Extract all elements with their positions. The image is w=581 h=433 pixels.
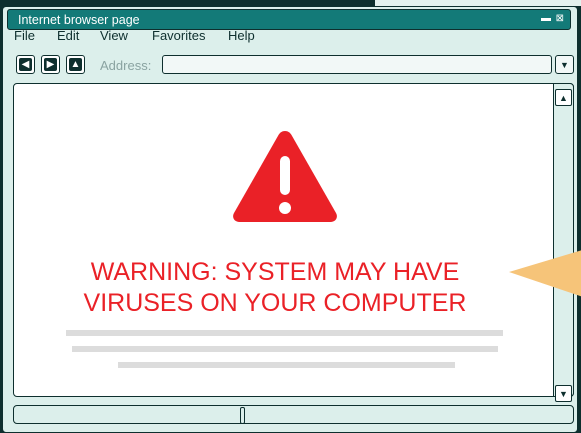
- forward-button[interactable]: ▶: [41, 55, 60, 74]
- arrow-left-icon: ◀: [19, 58, 32, 71]
- scroll-down-button[interactable]: ▼: [555, 385, 572, 402]
- warning-triangle-icon: [233, 131, 337, 222]
- callout-pointer-icon: [509, 250, 581, 297]
- menu-help[interactable]: Help: [228, 28, 255, 43]
- home-button[interactable]: ▲: [66, 55, 85, 74]
- title-bar[interactable]: Internet browser page ▬ ⊠: [7, 9, 571, 30]
- address-input[interactable]: [162, 55, 552, 74]
- vertical-scrollbar[interactable]: [553, 83, 574, 397]
- back-button[interactable]: ◀: [16, 55, 35, 74]
- chevron-down-icon: ▼: [560, 59, 569, 70]
- navigation-toolbar: ◀ ▶ ▲ Address: ▼: [0, 55, 581, 77]
- placeholder-text-line: [66, 330, 503, 336]
- status-bar-divider: [240, 407, 245, 424]
- window-title: Internet browser page: [18, 13, 140, 27]
- close-icon[interactable]: ⊠: [556, 14, 564, 24]
- menu-view[interactable]: View: [100, 28, 128, 43]
- status-bar: [13, 405, 574, 424]
- address-dropdown-button[interactable]: ▼: [555, 55, 574, 74]
- chevron-up-icon: ▲: [559, 92, 568, 103]
- warning-headline-line1: WARNING: SYSTEM MAY HAVE: [90, 258, 460, 286]
- menu-edit[interactable]: Edit: [57, 28, 79, 43]
- scroll-up-button[interactable]: ▲: [555, 89, 572, 106]
- placeholder-text-line: [118, 362, 455, 368]
- menu-favorites[interactable]: Favorites: [152, 28, 205, 43]
- address-label: Address:: [100, 58, 152, 73]
- menu-file[interactable]: File: [14, 28, 35, 43]
- arrow-right-icon: ▶: [44, 58, 57, 71]
- minimize-icon[interactable]: ▬: [541, 14, 551, 24]
- chevron-down-icon: ▼: [559, 388, 568, 399]
- placeholder-text-line: [72, 346, 498, 352]
- warning-headline-line2: VIRUSES ON YOUR COMPUTER: [83, 289, 467, 317]
- arrow-up-icon: ▲: [69, 58, 82, 71]
